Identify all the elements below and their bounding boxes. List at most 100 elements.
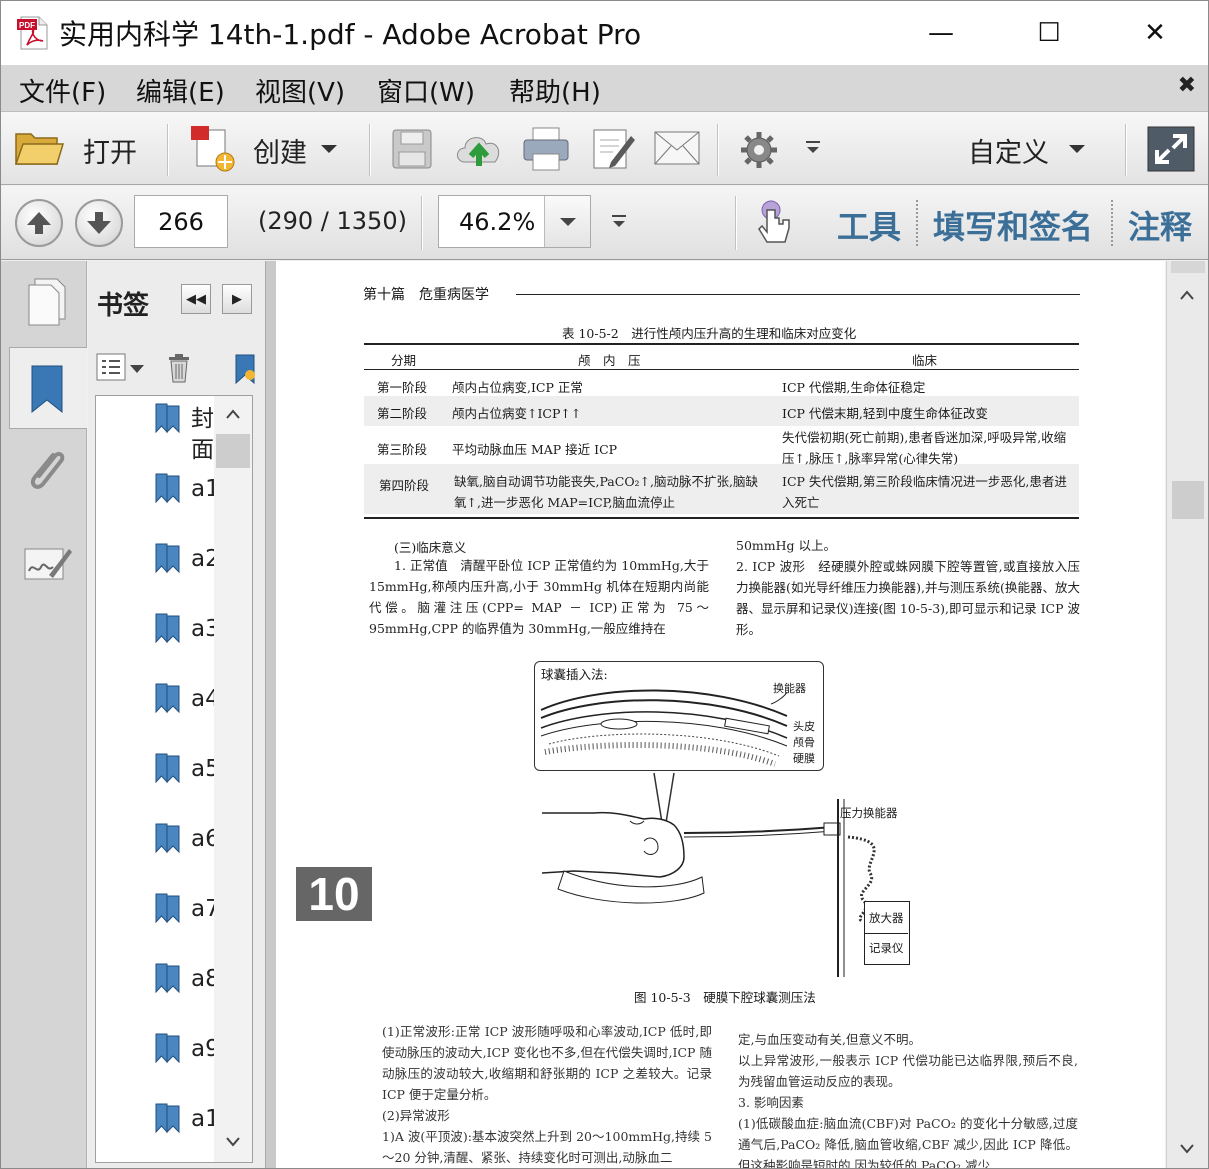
bookmark-label: a4 [191,686,220,712]
cloud-upload-icon[interactable] [453,126,505,172]
fill-sign-pane-button[interactable]: 填写和签名 [933,202,1093,248]
hand-touch-icon[interactable] [753,198,795,248]
arrow-up-icon [27,212,51,234]
window-title: 实用内科学 14th-1.pdf - Adobe Acrobat Pro [59,18,642,51]
bookmark-page-icon [155,753,180,784]
maximize-button[interactable]: ☐ [1019,11,1079,55]
bookmark-label: a2 [191,546,220,572]
customize-dropdown-chevron-icon[interactable] [1067,142,1087,156]
open-folder-icon[interactable] [13,126,65,170]
table-cell: 第三阶段 [377,442,428,457]
navigation-rail [1,261,87,1168]
menu-view[interactable]: 视图(V) [255,72,345,109]
create-pdf-icon[interactable] [189,124,237,174]
page-thumbnails-icon [28,278,66,326]
document-scrollbar[interactable] [1166,261,1208,1168]
signature-icon [24,548,72,580]
comment-pane-button[interactable]: 注释 [1128,202,1192,248]
table-cell: ICP 代偿期,生命体征稳定 [782,380,926,395]
panel-forward-button[interactable]: ▶ [222,284,252,314]
panel-splitter[interactable] [266,261,276,1168]
menu-help[interactable]: 帮助(H) [509,72,601,109]
arrow-down-icon [87,212,111,234]
collapse-panel-button[interactable]: ◀◀ [181,284,211,314]
signatures-tab[interactable] [9,521,87,603]
table-cell: 颅内占位病变↑ICP↑↑ [452,406,582,421]
scrollbar-cap [1171,261,1205,273]
bookmark-scroll-thumb[interactable] [216,434,250,468]
chevron-down-icon [559,217,576,226]
label-scalp: 头皮 [793,720,815,733]
bookmark-scrollbar[interactable] [214,396,252,1162]
fullscreen-icon[interactable] [1147,126,1195,172]
main-toolbar: 打开 创建 自定义 [1,111,1208,185]
create-dropdown-chevron-icon[interactable] [319,142,339,156]
section-heading: (三)临床意义 [394,540,467,555]
new-bookmark-icon[interactable] [234,353,256,385]
zoom-value: 46.2% [459,208,536,236]
bookmark-page-icon [155,823,180,854]
close-document-icon[interactable]: ✖ [1178,73,1196,98]
page-count: (290 / 1350) [258,207,407,235]
edit-document-icon[interactable] [591,126,637,172]
chapter-tab: 10 [296,867,372,921]
toolbar-separator [717,124,719,176]
document-scroll-thumb[interactable] [1172,481,1204,519]
scroll-up-icon[interactable] [1179,289,1195,301]
table-header-rule [364,369,1079,370]
close-window-button[interactable]: ✕ [1125,11,1185,55]
menu-file[interactable]: 文件(F) [19,72,106,109]
tools-pane-button[interactable]: 工具 [837,202,901,248]
table-header-icp: 颅 内 压 [578,353,641,368]
minimize-button[interactable]: — [911,11,971,55]
page-number-input[interactable]: 266 [134,195,228,248]
email-icon[interactable] [653,130,701,166]
table-cell: 第一阶段 [377,380,428,395]
print-icon[interactable] [521,126,571,172]
delete-bookmark-icon[interactable] [166,353,192,383]
title-bar: PDF 实用内科学 14th-1.pdf - Adobe Acrobat Pro… [1,1,1208,65]
label-recorder: 记录仪 [869,941,904,955]
toolbar-separator [916,200,918,248]
previous-page-button[interactable] [15,199,63,247]
bookmark-options-icon[interactable] [96,353,146,383]
bookmark-page-icon [155,1103,180,1134]
open-button[interactable]: 打开 [83,131,137,170]
menu-edit[interactable]: 编辑(E) [136,72,225,109]
label-pressure-transducer: 压力换能器 [840,806,898,820]
nav-overflow-icon[interactable] [610,214,628,230]
menu-window[interactable]: 窗口(W) [377,72,475,109]
header-rule [516,294,1080,295]
table-top-rule [364,343,1079,345]
table-bottom-rule [364,517,1079,519]
page-thumbnails-tab[interactable] [9,261,87,343]
attachments-tab[interactable] [9,433,87,515]
bookmark-page-icon [155,543,180,574]
next-page-button[interactable] [75,199,123,247]
toolbar-overflow-icon[interactable] [804,140,822,156]
paragraph: (1)正常波形:正常 ICP 波形随呼吸和心率波动,ICP 低时,即使动脉压的波… [382,1024,712,1165]
bookmark-label: a8 [191,966,220,992]
chevron-right-icon: ▶ [232,291,242,307]
toolbar-separator [167,124,169,176]
scroll-down-icon[interactable] [225,1136,241,1148]
create-button[interactable]: 创建 [253,131,307,170]
scroll-up-icon[interactable] [225,408,241,420]
bookmark-label: 封面 [191,406,214,463]
gear-icon[interactable] [739,130,779,170]
toolbar-separator [1125,124,1127,176]
skull-cross-section-drawing [540,689,788,767]
table-cell: ICP 代偿末期,轻到中度生命体征改变 [782,406,988,421]
table-cell: ICP 失代偿期,第三阶段临床情况进一步恶化,患者进入死亡 [782,474,1067,510]
bookmark-label: a9 [191,1036,220,1062]
customize-button[interactable]: 自定义 [968,131,1049,170]
bookmarks-tab[interactable] [9,347,87,429]
zoom-dropdown-button[interactable] [544,196,590,247]
scroll-down-icon[interactable] [1179,1143,1195,1155]
bookmark-page-icon [155,1033,180,1064]
save-icon[interactable] [391,128,435,170]
document-view[interactable]: 第十篇 危重病医学 表 10-5-2 进行性颅内压升高的生理和临床对应变化 分期… [276,261,1165,1168]
paragraph: 50mmHg 以上。 2. ICP 波形 经硬膜外腔或蛛网膜下腔等置管,或直接放… [736,538,1080,637]
page-header: 第十篇 危重病医学 [363,287,489,303]
zoom-select[interactable]: 46.2% [438,195,591,248]
